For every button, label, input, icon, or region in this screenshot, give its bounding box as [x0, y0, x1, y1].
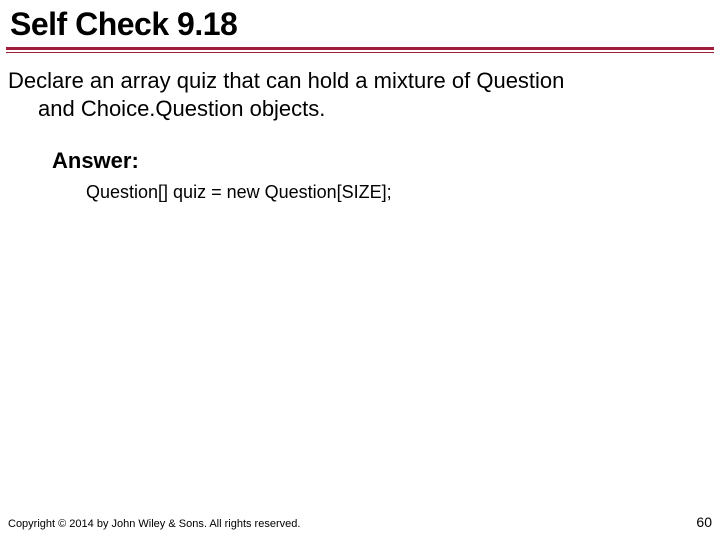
copyright-text: Copyright © 2014 by John Wiley & Sons. A… [8, 518, 300, 530]
page-number: 60 [696, 514, 712, 530]
title-rule-thin [6, 52, 714, 53]
prompt-text: Declare an array quiz that can hold a mi… [0, 67, 720, 122]
prompt-line-1: Declare an array quiz that can hold a mi… [8, 68, 564, 93]
prompt-line-2: and Choice.Question objects. [8, 95, 708, 123]
answer-label: Answer: [0, 122, 720, 174]
slide-title: Self Check 9.18 [0, 0, 720, 47]
footer: Copyright © 2014 by John Wiley & Sons. A… [8, 514, 712, 530]
title-rule-thick [6, 47, 714, 50]
answer-code: Question[] quiz = new Question[SIZE]; [0, 174, 720, 203]
